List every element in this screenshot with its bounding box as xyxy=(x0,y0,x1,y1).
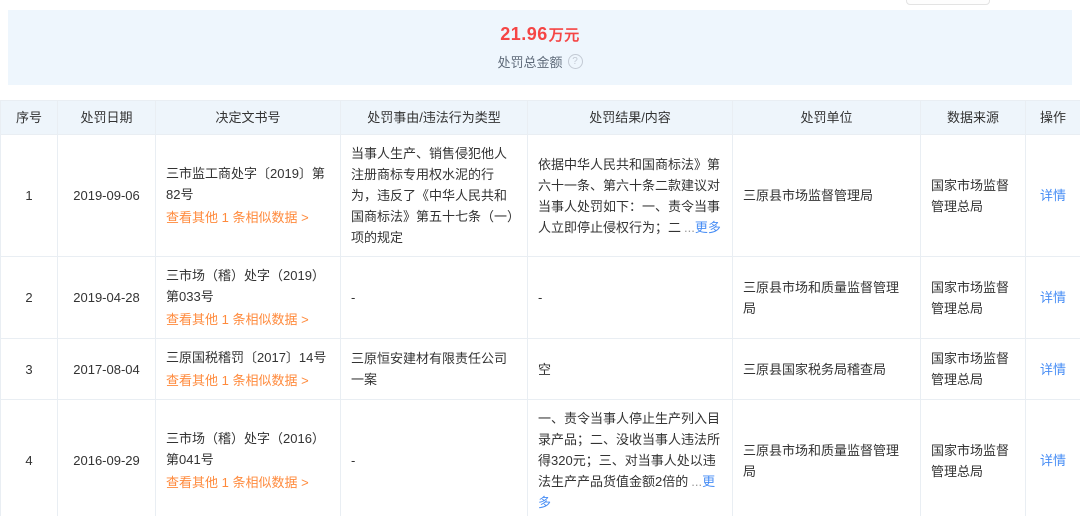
table-row: 4 2016-09-29 三市场（稽）处字（2016）第041号 查看其他 1 … xyxy=(1,400,1080,516)
penalty-total-amount-value: 21.96 xyxy=(500,24,548,44)
penalty-page: 21.96万元 处罚总金额 ? 序号 处罚日期 决定文书号 处罚事由/违法行为类… xyxy=(0,0,1080,516)
table-row: 1 2019-09-06 三市监工商处字〔2019〕第82号 查看其他 1 条相… xyxy=(1,135,1080,257)
cell-index: 3 xyxy=(1,339,58,400)
cell-doc-no: 三市场（稽）处字（2019）第033号 查看其他 1 条相似数据 > xyxy=(156,257,341,339)
table-row: 2 2019-04-28 三市场（稽）处字（2019）第033号 查看其他 1 … xyxy=(1,257,1080,339)
doc-no-text: 三市场（稽）处字（2019）第033号 xyxy=(166,265,330,307)
cell-index: 1 xyxy=(1,135,58,257)
cell-index: 2 xyxy=(1,257,58,339)
penalty-total-label-row: 处罚总金额 ? xyxy=(8,52,1072,71)
penalty-summary-card: 21.96万元 处罚总金额 ? xyxy=(8,10,1072,85)
column-header-source: 数据来源 xyxy=(921,101,1026,135)
doc-no-text: 三市监工商处字〔2019〕第82号 xyxy=(166,163,330,205)
result-text: 空 xyxy=(538,362,551,377)
detail-link[interactable]: 详情 xyxy=(1040,290,1066,305)
similar-data-link[interactable]: 查看其他 1 条相似数据 > xyxy=(166,370,309,391)
penalty-table: 序号 处罚日期 决定文书号 处罚事由/违法行为类型 处罚结果/内容 处罚单位 数… xyxy=(0,100,1080,516)
top-right-button-partial[interactable] xyxy=(906,0,990,5)
cell-authority: 三原县国家税务局稽查局 xyxy=(733,339,921,400)
cell-date: 2017-08-04 xyxy=(58,339,156,400)
column-header-index: 序号 xyxy=(1,101,58,135)
cell-reason: - xyxy=(341,400,528,516)
cell-authority: 三原县市场和质量监督管理局 xyxy=(733,400,921,516)
cell-reason: - xyxy=(341,257,528,339)
similar-data-link[interactable]: 查看其他 1 条相似数据 > xyxy=(166,472,309,493)
more-link[interactable]: 更多 xyxy=(695,220,721,235)
column-header-date: 处罚日期 xyxy=(58,101,156,135)
cell-action: 详情 xyxy=(1026,135,1080,257)
column-header-authority: 处罚单位 xyxy=(733,101,921,135)
column-header-action: 操作 xyxy=(1026,101,1080,135)
penalty-total-amount: 21.96万元 xyxy=(8,24,1072,45)
penalty-total-amount-unit: 万元 xyxy=(549,27,580,44)
table-row: 3 2017-08-04 三原国税稽罚〔2017〕14号 查看其他 1 条相似数… xyxy=(1,339,1080,400)
cell-date: 2019-04-28 xyxy=(58,257,156,339)
detail-link[interactable]: 详情 xyxy=(1040,362,1066,377)
cell-source: 国家市场监督管理总局 xyxy=(921,339,1026,400)
similar-data-link[interactable]: 查看其他 1 条相似数据 > xyxy=(166,309,309,330)
result-ellipsis: ... xyxy=(691,474,702,489)
cell-result: 一、责令当事人停止生产列入目录产品；二、没收当事人违法所得320元；三、对当事人… xyxy=(528,400,733,516)
cell-result: 空 xyxy=(528,339,733,400)
doc-no-text: 三原国税稽罚〔2017〕14号 xyxy=(166,347,330,368)
question-circle-icon[interactable]: ? xyxy=(568,54,583,69)
column-header-doc-no: 决定文书号 xyxy=(156,101,341,135)
cell-action: 详情 xyxy=(1026,257,1080,339)
similar-data-link[interactable]: 查看其他 1 条相似数据 > xyxy=(166,207,309,228)
cell-doc-no: 三市监工商处字〔2019〕第82号 查看其他 1 条相似数据 > xyxy=(156,135,341,257)
cell-doc-no: 三原国税稽罚〔2017〕14号 查看其他 1 条相似数据 > xyxy=(156,339,341,400)
result-text: - xyxy=(538,290,542,305)
cell-result: 依据中华人民共和国商标法》第六十一条、第六十条二款建议对当事人处罚如下：一、责令… xyxy=(528,135,733,257)
cell-source: 国家市场监督管理总局 xyxy=(921,135,1026,257)
result-ellipsis: ... xyxy=(684,220,695,235)
cell-doc-no: 三市场（稽）处字（2016）第041号 查看其他 1 条相似数据 > xyxy=(156,400,341,516)
cell-authority: 三原县市场和质量监督管理局 xyxy=(733,257,921,339)
cell-source: 国家市场监督管理总局 xyxy=(921,400,1026,516)
cell-action: 详情 xyxy=(1026,400,1080,516)
cell-result: - xyxy=(528,257,733,339)
cell-reason: 三原恒安建材有限责任公司一案 xyxy=(341,339,528,400)
cell-index: 4 xyxy=(1,400,58,516)
column-header-result: 处罚结果/内容 xyxy=(528,101,733,135)
cell-authority: 三原县市场监督管理局 xyxy=(733,135,921,257)
doc-no-text: 三市场（稽）处字（2016）第041号 xyxy=(166,428,330,470)
penalty-total-label: 处罚总金额 xyxy=(497,52,562,71)
table-header-row: 序号 处罚日期 决定文书号 处罚事由/违法行为类型 处罚结果/内容 处罚单位 数… xyxy=(1,101,1080,135)
detail-link[interactable]: 详情 xyxy=(1040,453,1066,468)
cell-reason: 当事人生产、销售侵犯他人注册商标专用权水泥的行为，违反了《中华人民共和国商标法》… xyxy=(341,135,528,257)
cell-action: 详情 xyxy=(1026,339,1080,400)
cell-source: 国家市场监督管理总局 xyxy=(921,257,1026,339)
cell-date: 2019-09-06 xyxy=(58,135,156,257)
column-header-reason: 处罚事由/违法行为类型 xyxy=(341,101,528,135)
detail-link[interactable]: 详情 xyxy=(1040,188,1066,203)
cell-date: 2016-09-29 xyxy=(58,400,156,516)
